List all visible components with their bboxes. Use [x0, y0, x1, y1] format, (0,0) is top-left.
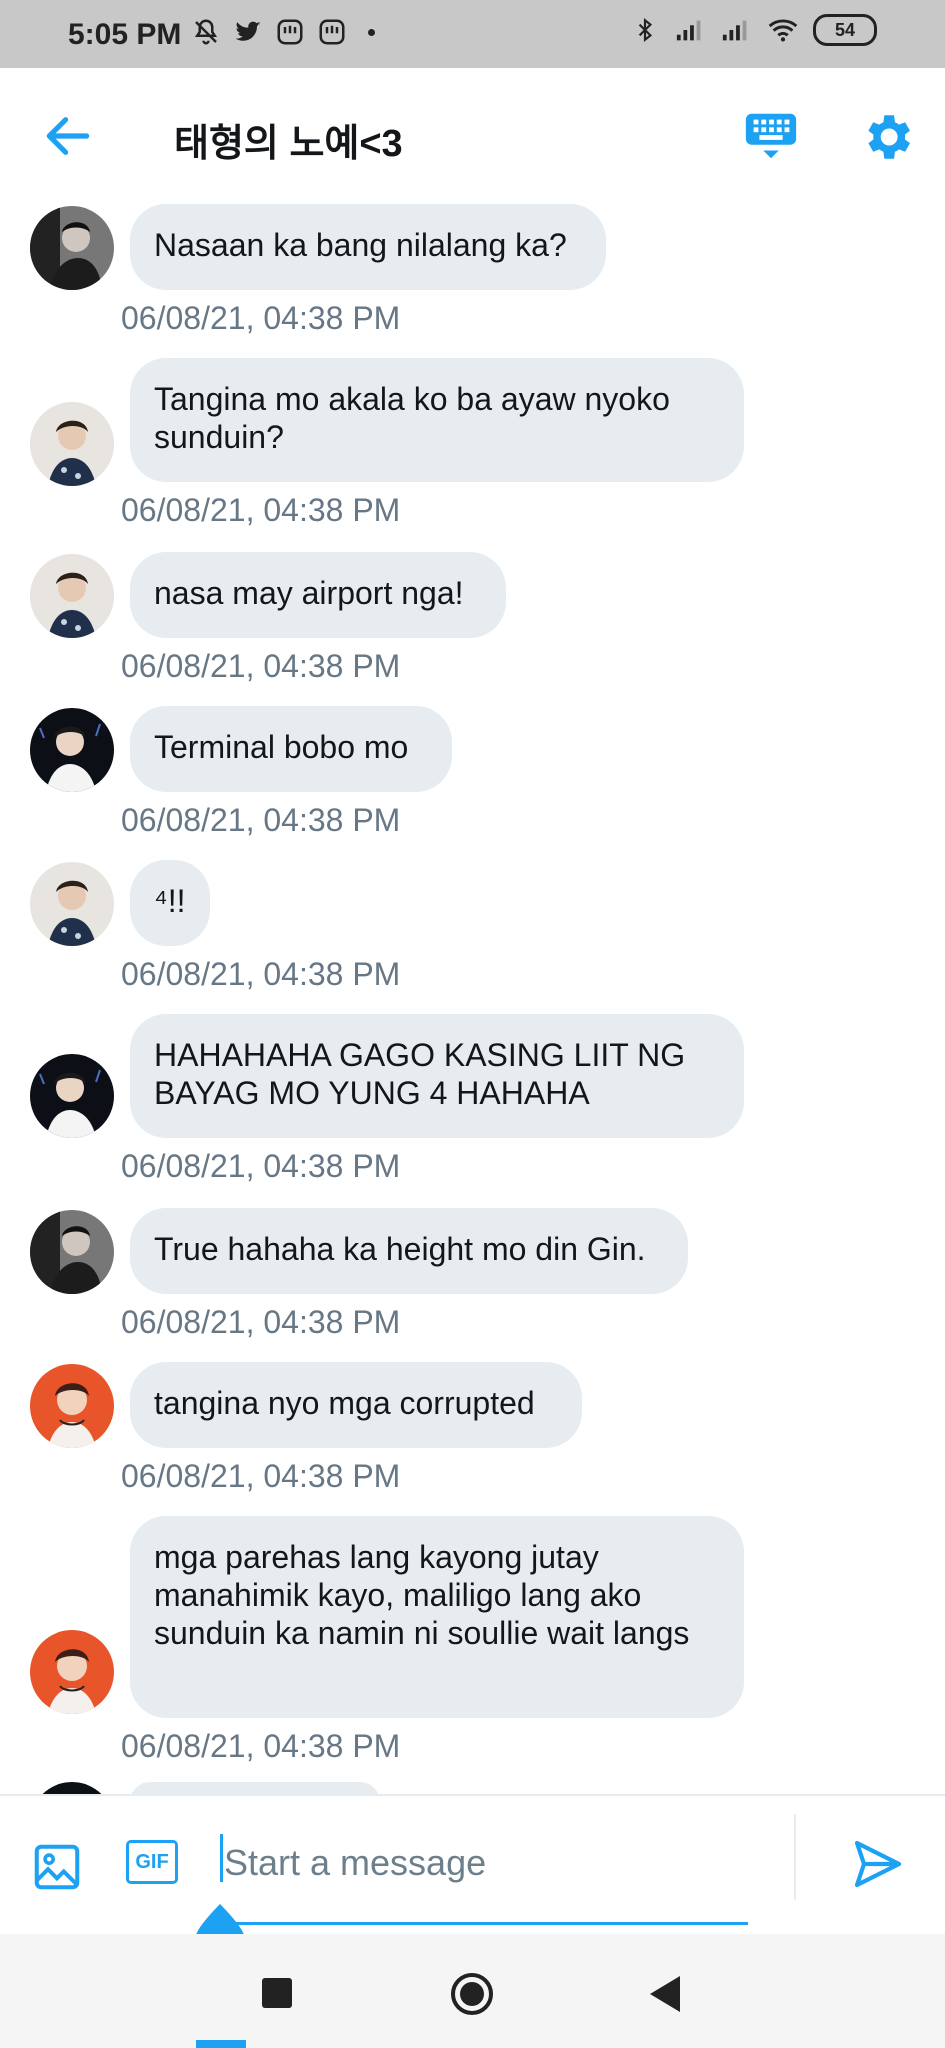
message-bubble[interactable]: Nasaan ka bang nilalang ka? — [130, 204, 606, 290]
avatar[interactable] — [30, 1364, 114, 1448]
message-timestamp: 06/08/21, 04:38 PM — [121, 956, 401, 992]
message-bubble[interactable]: mga parehas lang kayong jutay manahimik … — [130, 1516, 744, 1718]
conversation-header: 태형의 노예<3 — [0, 68, 945, 204]
nav-indicator — [196, 2040, 246, 2048]
message-timestamp: 06/08/21, 04:38 PM — [121, 300, 401, 336]
message-bubble[interactable]: nasa may airport nga! — [130, 552, 506, 638]
settings-button[interactable] — [858, 108, 916, 166]
message-timestamp: 06/08/21, 04:38 PM — [121, 492, 401, 528]
message-timestamp: 06/08/21, 04:38 PM — [121, 1148, 401, 1184]
message-bubble[interactable]: True hahaha ka height mo din Gin. — [130, 1208, 688, 1294]
message-bubble[interactable]: HAHAHAHA GAGO KASING LIIT NG BAYAG MO YU… — [130, 1014, 744, 1138]
keyboard-button[interactable] — [742, 108, 800, 166]
app-icon — [316, 16, 348, 48]
send-button[interactable] — [850, 1836, 906, 1892]
status-time: 5:05 PM — [68, 18, 182, 51]
system-nav-bar — [0, 1934, 945, 2048]
status-bar: 5:05 PM 54 — [0, 0, 945, 68]
avatar[interactable] — [30, 1210, 114, 1294]
app-icon — [274, 16, 306, 48]
bluetooth-icon — [629, 14, 661, 46]
message-bubble[interactable]: tangina nyo mga corrupted — [130, 1362, 582, 1448]
input-underline — [222, 1922, 748, 1925]
message-timestamp: 06/08/21, 04:38 PM — [121, 1458, 401, 1494]
status-left-icons — [190, 16, 375, 48]
avatar[interactable] — [30, 1782, 114, 1794]
message-input[interactable] — [222, 1832, 746, 1894]
avatar[interactable] — [30, 1630, 114, 1714]
message-timestamp: 06/08/21, 04:38 PM — [121, 1728, 401, 1764]
message-timestamp: 06/08/21, 04:38 PM — [121, 648, 401, 684]
keyboard-icon — [745, 113, 797, 159]
avatar[interactable] — [30, 402, 114, 486]
signal-icon — [721, 14, 753, 46]
text-caret — [220, 1834, 223, 1882]
avatar[interactable] — [30, 1054, 114, 1138]
notifications-off-icon — [190, 16, 222, 48]
image-icon — [34, 1844, 80, 1890]
message-composer: GIF — [0, 1794, 945, 1956]
message-bubble[interactable] — [130, 1782, 380, 1794]
status-right-icons: 54 — [629, 14, 877, 46]
gear-icon — [868, 115, 910, 159]
recents-icon[interactable] — [262, 1978, 292, 2008]
dot-icon — [368, 28, 375, 36]
conversation-title: 태형의 노예<3 — [174, 123, 403, 165]
message-bubble[interactable]: Tangina mo akala ko ba ayaw nyoko sundui… — [130, 358, 744, 482]
wifi-icon — [767, 14, 799, 46]
back-icon[interactable] — [648, 1974, 682, 2014]
message-list[interactable]: Nasaan ka bang nilalang ka? 06/08/21, 04… — [0, 204, 945, 1794]
send-icon — [854, 1840, 902, 1888]
home-icon[interactable] — [450, 1972, 494, 2016]
signal-icon — [675, 14, 707, 46]
message-bubble[interactable]: Terminal bobo mo — [130, 706, 452, 792]
twitter-icon — [232, 16, 264, 48]
media-button[interactable] — [30, 1840, 84, 1894]
battery-icon: 54 — [813, 14, 877, 46]
message-timestamp: 06/08/21, 04:38 PM — [121, 802, 401, 838]
back-button[interactable] — [40, 108, 96, 164]
message-timestamp: 06/08/21, 04:38 PM — [121, 1304, 401, 1340]
avatar[interactable] — [30, 554, 114, 638]
avatar[interactable] — [30, 862, 114, 946]
arrow-left-icon — [46, 117, 90, 155]
message-bubble[interactable]: ⁴!! — [130, 860, 210, 946]
gif-button[interactable]: GIF — [126, 1840, 178, 1884]
divider — [794, 1814, 796, 1900]
avatar[interactable] — [30, 206, 114, 290]
avatar[interactable] — [30, 708, 114, 792]
